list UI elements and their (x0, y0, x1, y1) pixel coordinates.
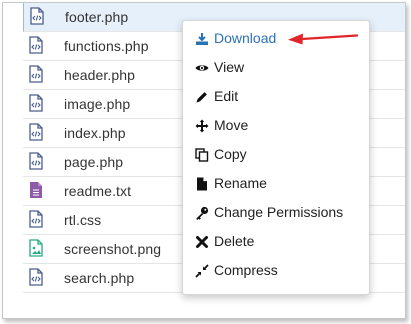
menu-item-label: Edit (214, 88, 239, 104)
file-name: rtl.css (64, 212, 102, 228)
file-name: image.php (64, 96, 131, 112)
php-file-icon (29, 65, 43, 83)
menu-item-move[interactable]: Move (183, 111, 369, 140)
copy-icon (195, 148, 209, 162)
menu-item-label: Download (214, 30, 277, 46)
menu-item-rename[interactable]: Rename (183, 169, 369, 198)
file-name: readme.txt (64, 183, 132, 199)
menu-item-copy[interactable]: Copy (183, 140, 369, 169)
file-name: index.php (64, 125, 126, 141)
php-file-icon (29, 36, 43, 54)
menu-item-label: Rename (214, 175, 267, 191)
context-menu: Download View Edit Move Copy Rename Chan… (182, 20, 370, 295)
compress-icon (195, 264, 209, 278)
menu-item-compress[interactable]: Compress (183, 256, 369, 285)
menu-item-label: View (214, 59, 245, 75)
move-arrows-icon (195, 119, 209, 133)
menu-item-label: Delete (214, 233, 255, 249)
php-file-icon (29, 268, 43, 286)
css-file-icon (29, 210, 43, 228)
php-file-icon (30, 7, 44, 25)
file-name: footer.php (65, 9, 129, 25)
key-icon (196, 206, 209, 220)
php-file-icon (29, 123, 43, 141)
download-icon (196, 33, 208, 45)
eye-icon (195, 65, 209, 71)
php-file-icon (29, 94, 43, 112)
pencil-icon (196, 92, 207, 103)
file-name: page.php (64, 154, 124, 170)
menu-item-label: Change Permissions (214, 204, 344, 220)
menu-item-edit[interactable]: Edit (183, 82, 369, 111)
annotation-arrow (288, 33, 358, 45)
x-icon (196, 236, 208, 248)
file-name: header.php (64, 67, 136, 83)
menu-item-label: Move (214, 117, 249, 133)
image-file-icon (29, 239, 43, 257)
file-name: functions.php (64, 38, 149, 54)
php-file-icon (29, 152, 43, 170)
file-name: search.php (64, 270, 135, 286)
menu-item-label: Compress (214, 262, 278, 278)
menu-item-view[interactable]: View (183, 53, 369, 82)
file-name: screenshot.png (64, 241, 162, 257)
menu-item-change-permissions[interactable]: Change Permissions (183, 198, 369, 227)
menu-item-label: Copy (214, 146, 247, 162)
text-file-icon (30, 182, 42, 198)
file-icon (197, 177, 207, 191)
menu-item-delete[interactable]: Delete (183, 227, 369, 256)
